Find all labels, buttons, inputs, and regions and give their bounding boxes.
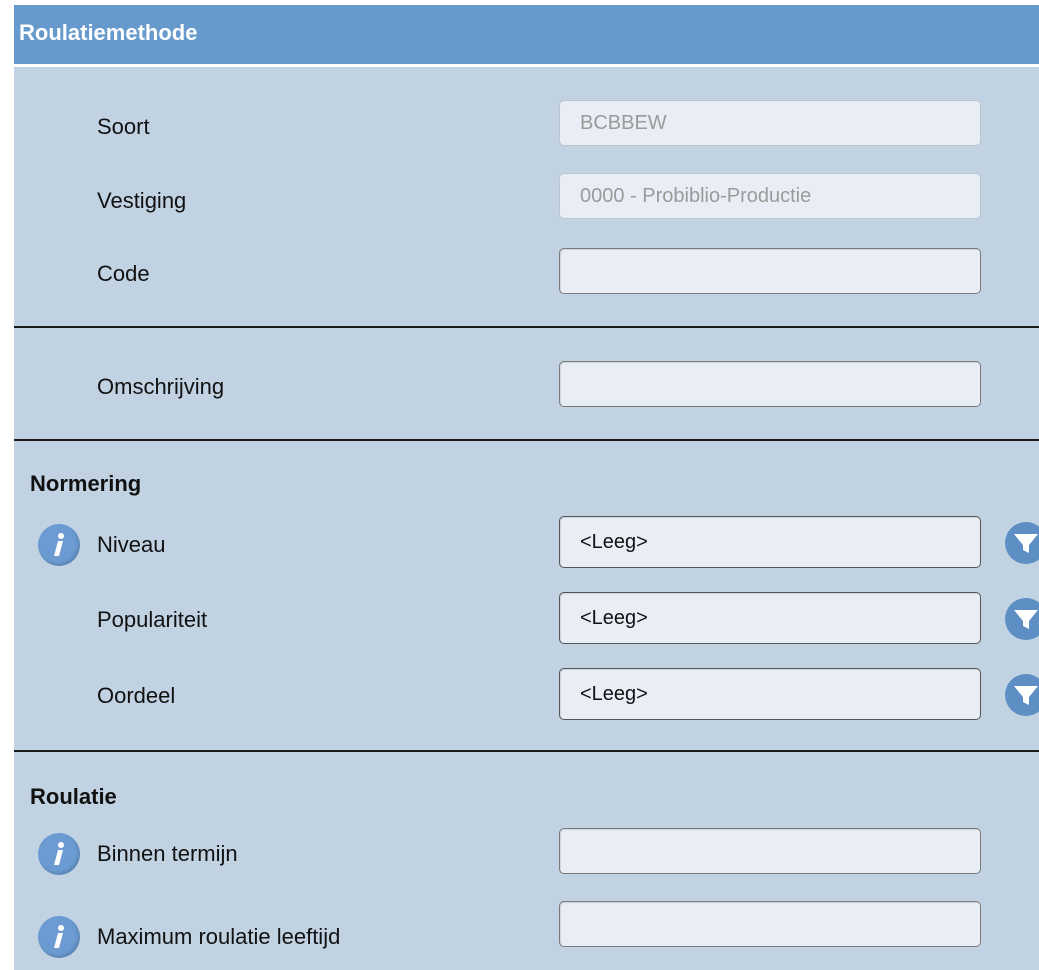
vestiging-field: 0000 - Probiblio-Productie xyxy=(559,173,981,219)
binnen-termijn-label: Binnen termijn xyxy=(97,841,238,866)
panel-titlebar: Roulatiemethode xyxy=(14,5,1039,67)
filter-icon[interactable] xyxy=(1005,674,1039,716)
info-icon[interactable] xyxy=(38,524,80,566)
info-icon[interactable] xyxy=(38,833,80,875)
normering-heading: Normering xyxy=(30,471,142,496)
roulatie-heading: Roulatie xyxy=(30,784,117,809)
oordeel-label: Oordeel xyxy=(97,683,176,708)
niveau-label: Niveau xyxy=(97,532,166,557)
max-leeftijd-input[interactable] xyxy=(559,901,981,947)
divider xyxy=(14,750,1039,752)
soort-field: BCBBEW xyxy=(559,100,981,146)
code-label: Code xyxy=(97,261,150,286)
code-input[interactable] xyxy=(559,248,981,294)
vestiging-label: Vestiging xyxy=(97,188,187,213)
soort-label: Soort xyxy=(97,114,150,139)
binnen-termijn-input[interactable] xyxy=(559,828,981,874)
max-leeftijd-label: Maximum roulatie leeftijd xyxy=(97,924,341,949)
divider xyxy=(14,439,1039,441)
oordeel-select[interactable]: <Leeg> xyxy=(559,668,981,720)
panel-title: Roulatiemethode xyxy=(19,20,198,45)
populariteit-select[interactable]: <Leeg> xyxy=(559,592,981,644)
filter-icon[interactable] xyxy=(1005,598,1039,640)
info-icon[interactable] xyxy=(38,916,80,958)
omschrijving-label: Omschrijving xyxy=(97,374,225,399)
filter-icon[interactable] xyxy=(1005,522,1039,564)
populariteit-label: Populariteit xyxy=(97,607,208,632)
niveau-select[interactable]: <Leeg> xyxy=(559,516,981,568)
form-panel: Roulatiemethode xyxy=(14,5,1039,970)
divider xyxy=(14,326,1039,328)
omschrijving-input[interactable] xyxy=(559,361,981,407)
